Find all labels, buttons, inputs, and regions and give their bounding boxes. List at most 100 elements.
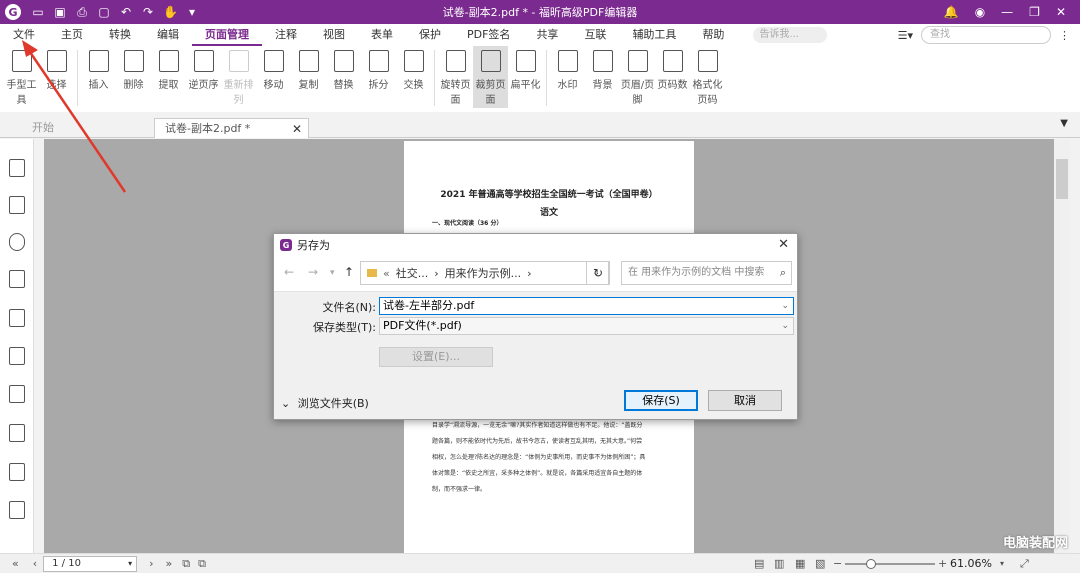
next-page-icon[interactable]: › [149, 557, 153, 570]
menu-page-management[interactable]: 页面管理 [192, 24, 262, 46]
layers-icon[interactable] [9, 270, 25, 288]
breadcrumb-part[interactable]: 社交... [396, 265, 429, 281]
close-icon[interactable]: ✕ [1056, 5, 1066, 19]
menu-view[interactable]: 视图 [310, 24, 358, 46]
compare-icon[interactable] [9, 501, 25, 519]
continuous-page-icon[interactable]: ▥ [774, 557, 784, 570]
save-icon[interactable]: ▣ [53, 5, 67, 20]
menu-edit[interactable]: 编辑 [144, 24, 192, 46]
more-options-icon[interactable]: ⋮ [1059, 29, 1070, 42]
open-folder-icon[interactable]: ▭ [31, 5, 45, 20]
menu-form[interactable]: 表单 [358, 24, 406, 46]
select-tool-button[interactable]: 选择 [39, 46, 74, 108]
menu-connect[interactable]: 互联 [571, 24, 619, 46]
forward-icon[interactable]: → [308, 265, 318, 279]
address-bar[interactable]: « 社交... › 用来作为示例... › ⌄ [360, 261, 609, 285]
signature-panel-icon[interactable] [9, 385, 25, 403]
zoom-slider[interactable] [845, 563, 935, 565]
zoom-out-icon[interactable]: − [833, 557, 842, 570]
reverse-pages-button[interactable]: 逆页序 [186, 46, 221, 108]
format-page-number-button[interactable]: 格式化页码 [690, 46, 725, 108]
zoom-slider-knob[interactable] [866, 559, 876, 569]
page-dropdown-icon[interactable]: ▾ [128, 557, 132, 571]
menu-accessibility[interactable]: 辅助工具 [619, 24, 689, 46]
menu-home[interactable]: 主页 [48, 24, 96, 46]
layout-icon[interactable]: ☰▾ [898, 29, 913, 42]
recent-locations-icon[interactable]: ▾ [330, 268, 335, 278]
last-page-icon[interactable]: » [166, 557, 173, 570]
notification-icon[interactable]: 🔔 [944, 5, 959, 19]
menu-comment[interactable]: 注释 [262, 24, 310, 46]
filename-input[interactable]: 试卷-左半部分.pdf ⌄ [379, 297, 794, 315]
split-button[interactable]: 拆分 [361, 46, 396, 108]
hand-tool-button[interactable]: 手型工具 [4, 46, 39, 108]
watermark-button[interactable]: 水印 [550, 46, 585, 108]
redo-icon[interactable]: ↷ [141, 5, 155, 20]
restore-icon[interactable]: ❐ [1029, 5, 1040, 19]
menu-convert[interactable]: 转换 [96, 24, 144, 46]
find-input[interactable]: 查找 [921, 26, 1051, 44]
delete-page-button[interactable]: 删除 [116, 46, 151, 108]
insert-page-button[interactable]: 插入 [81, 46, 116, 108]
next-view-icon[interactable]: ⧉ [198, 557, 206, 571]
page-number-button[interactable]: 页码数 [655, 46, 690, 108]
continuous-facing-icon[interactable]: ▧ [815, 557, 825, 570]
first-page-icon[interactable]: « [12, 557, 19, 570]
menu-share[interactable]: 共享 [523, 24, 571, 46]
background-button[interactable]: 背景 [585, 46, 620, 108]
back-icon[interactable]: ← [284, 265, 294, 279]
menu-pdf-sign[interactable]: PDF签名 [454, 24, 523, 46]
move-page-button[interactable]: 移动 [256, 46, 291, 108]
tell-me-input[interactable]: 告诉我... [753, 27, 828, 43]
new-doc-icon[interactable]: ▢ [97, 5, 111, 20]
hand-quick-icon[interactable]: ✋ [163, 5, 178, 20]
folder-search-input[interactable]: 在 用来作为示例的文档 中搜索 ⌕ [621, 261, 792, 285]
scroll-thumb[interactable] [1056, 159, 1068, 199]
up-folder-icon[interactable]: ↑ [344, 265, 354, 279]
vertical-scrollbar[interactable] [1054, 139, 1070, 553]
zoom-in-icon[interactable]: + [938, 557, 947, 570]
rotate-page-button[interactable]: 旋转页面 [438, 46, 473, 108]
pages-icon[interactable] [9, 196, 25, 214]
bookmark-icon[interactable] [9, 159, 25, 177]
prev-page-icon[interactable]: ‹ [33, 557, 37, 570]
copy-page-button[interactable]: 复制 [291, 46, 326, 108]
breadcrumb-part[interactable]: 用来作为示例... [445, 265, 522, 281]
customize-icon[interactable]: ▾ [185, 5, 199, 20]
header-footer-button[interactable]: 页眉/页脚 [620, 46, 655, 108]
zoom-level[interactable]: 61.06% [950, 557, 992, 570]
edit-tool-icon[interactable] [9, 463, 25, 481]
flatten-button[interactable]: 扁平化 [508, 46, 543, 108]
account-icon[interactable]: ◉ [975, 5, 985, 19]
lock-icon[interactable] [9, 347, 25, 365]
save-button[interactable]: 保存(S) [624, 390, 698, 411]
form-icon[interactable] [9, 424, 25, 442]
replace-page-button[interactable]: 替换 [326, 46, 361, 108]
browse-folders-toggle[interactable]: ⌄ 浏览文件夹(B) [281, 395, 369, 411]
comments-icon[interactable] [9, 233, 25, 251]
filetype-select[interactable]: PDF文件(*.pdf) ⌄ [379, 317, 794, 335]
crop-page-button[interactable]: 裁剪页面 [473, 46, 508, 108]
minimize-icon[interactable]: — [1001, 5, 1013, 19]
menu-help[interactable]: 帮助 [689, 24, 737, 46]
chevron-down-icon[interactable]: ⌄ [781, 298, 789, 314]
cancel-button[interactable]: 取消 [708, 390, 782, 411]
facing-page-icon[interactable]: ▦ [795, 557, 805, 570]
refresh-icon[interactable]: ↻ [586, 261, 610, 285]
zoom-dropdown-icon[interactable]: ▾ [1000, 559, 1004, 568]
single-page-icon[interactable]: ▤ [754, 557, 764, 570]
fullscreen-icon[interactable]: ⤢ [1020, 557, 1029, 571]
swap-button[interactable]: 交换 [396, 46, 431, 108]
tab-document[interactable]: 试卷-副本2.pdf * ✕ [154, 118, 309, 138]
tab-list-dropdown-icon[interactable]: ▼ [1060, 118, 1068, 129]
page-number-input[interactable]: 1 / 10 ▾ [43, 555, 138, 572]
previous-view-icon[interactable]: ⧉ [182, 557, 190, 571]
menu-protect[interactable]: 保护 [406, 24, 454, 46]
extract-page-button[interactable]: 提取 [151, 46, 186, 108]
tab-close-icon[interactable]: ✕ [292, 119, 302, 139]
tab-start[interactable]: 开始 [22, 118, 152, 138]
undo-icon[interactable]: ↶ [119, 5, 133, 20]
menu-file[interactable]: 文件 [0, 24, 48, 46]
print-icon[interactable]: ⎙ [75, 5, 89, 20]
attachment-icon[interactable] [9, 309, 25, 327]
